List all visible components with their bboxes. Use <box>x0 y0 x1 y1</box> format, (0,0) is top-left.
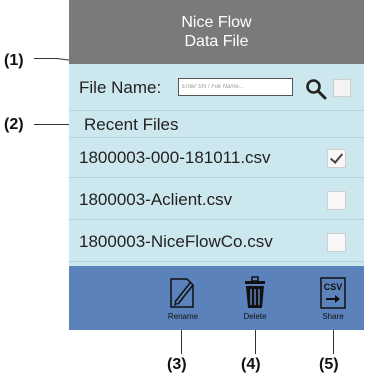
rename-label: Rename <box>167 312 199 321</box>
app-header: Nice Flow Data File <box>69 0 364 64</box>
callout-4: (4) <box>241 356 261 373</box>
share-icon-text: CSV <box>324 282 343 292</box>
trash-icon <box>245 276 265 308</box>
share-label: Share <box>322 312 344 321</box>
header-title-line2: Data File <box>184 33 249 50</box>
rename-icon <box>170 278 194 308</box>
callout-2: (2) <box>4 116 24 133</box>
callout-1-line <box>34 58 58 59</box>
file-checkbox[interactable] <box>327 149 346 168</box>
recent-files-header: Recent Files <box>69 111 364 138</box>
bottom-toolbar: Rename Delete CSV Share <box>69 266 364 330</box>
app-panel: Nice Flow Data File File Name: Recent Fi… <box>69 0 364 330</box>
callout-3: (3) <box>167 356 187 373</box>
file-checkbox[interactable] <box>327 191 346 210</box>
file-name-checkbox[interactable] <box>333 79 351 97</box>
search-icon[interactable] <box>305 78 327 100</box>
file-name-input[interactable] <box>178 78 293 96</box>
file-name-text: 1800003-Aclient.csv <box>79 190 233 209</box>
callout-1: (1) <box>4 52 24 69</box>
list-item[interactable]: 1800003-NiceFlowCo.csv <box>69 222 364 262</box>
callout-4-line <box>255 328 256 354</box>
file-name-label: File Name: <box>79 78 162 97</box>
recent-files-label: Recent Files <box>84 115 179 134</box>
delete-button[interactable]: Delete <box>225 276 285 321</box>
delete-label: Delete <box>243 312 267 321</box>
callout-5: (5) <box>319 356 339 373</box>
share-button[interactable]: CSV Share <box>303 276 363 321</box>
file-checkbox[interactable] <box>327 233 346 252</box>
rename-button[interactable]: Rename <box>153 276 213 321</box>
file-name-text: 1800003-NiceFlowCo.csv <box>79 232 273 251</box>
file-name-text: 1800003-000-181011.csv <box>79 148 271 167</box>
csv-share-icon: CSV <box>320 277 346 309</box>
list-item[interactable]: 1800003-Aclient.csv <box>69 180 364 220</box>
callout-5-line <box>333 328 334 354</box>
callout-3-line <box>181 328 182 354</box>
header-title-line1: Nice Flow <box>181 14 252 31</box>
list-item[interactable]: 1800003-000-181011.csv <box>69 138 364 178</box>
